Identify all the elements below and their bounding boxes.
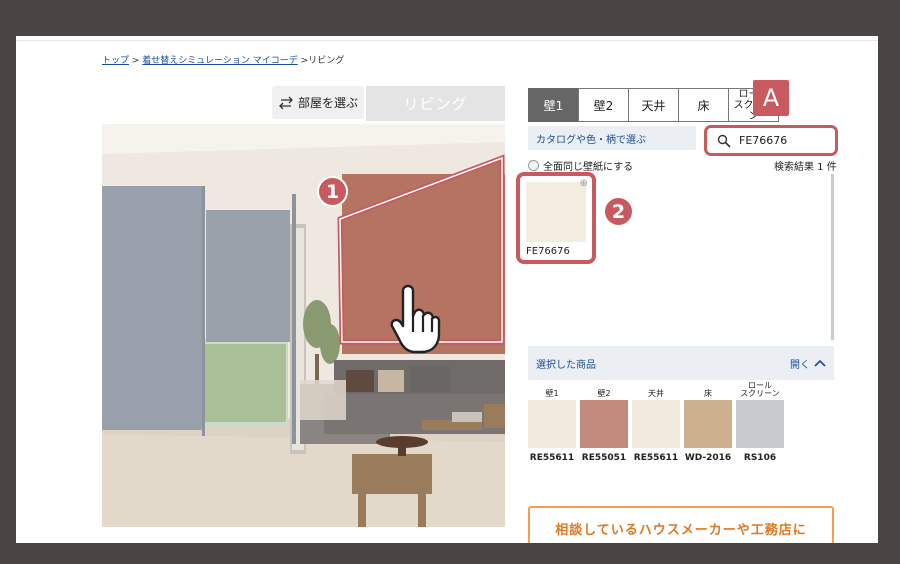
tab-ceiling[interactable]: 天井 [628,88,679,122]
selected-item-roll-screen[interactable]: ロール スクリーン RS106 [736,382,784,463]
selected-item-code: RS106 [743,453,777,463]
step-2-badge: 2 [603,196,634,227]
selected-products-bar[interactable]: 選択した商品 開く [528,346,834,380]
consult-builder-button[interactable]: 相談しているハウスメーカーや工務店に [528,506,834,543]
breadcrumb-current: >リビング [297,56,345,66]
result-swatch-code: FE76676 [526,246,570,257]
selected-item-label: ロール スクリーン [740,381,780,398]
tab-floor[interactable]: 床 [678,88,729,122]
tab-wall-2[interactable]: 壁2 [578,88,629,122]
selected-item-wall-1[interactable]: 壁1 RE55611 [528,382,576,463]
breadcrumb-simulation-link[interactable]: 着せ替えシミュレーション マイコーデ [142,56,298,66]
breadcrumb-separator: > [129,56,143,66]
selected-item-label: 壁2 [597,389,611,398]
breadcrumb-top-link[interactable]: トップ [102,56,129,66]
catalog-filter-link[interactable]: カタログや色・柄で選ぶ [528,126,696,150]
pointer-hand-icon [390,284,441,354]
full-wall-radio[interactable] [528,160,539,171]
search-box[interactable]: FE76676 [704,125,838,156]
search-input[interactable]: FE76676 [739,134,787,147]
selected-item-code: RE55611 [633,453,679,463]
selected-item-code: RE55611 [529,453,575,463]
selected-item-label: 壁1 [545,389,559,398]
breadcrumb: トップ > 着せ替えシミュレーション マイコーデ >リビング [102,53,344,66]
selected-item-wall-2[interactable]: 壁2 RE55051 [580,382,628,463]
selected-products-toggle[interactable]: 開く [790,356,826,371]
full-wall-label: 全面同じ壁紙にする [543,162,634,173]
surface-tabs: 壁1 壁2 天井 床 ロール スクリーン [528,88,779,122]
selected-item-label: 天井 [648,389,664,398]
selected-item-swatch[interactable] [528,400,576,448]
chevron-up-icon [814,359,826,367]
search-icon [717,134,731,148]
tab-wall-1[interactable]: 壁1 [528,88,579,122]
step-1-badge: 1 [317,176,348,207]
toggle-label: 開く [790,359,810,371]
selected-item-code: WD-2016 [684,453,732,463]
selected-item-swatch[interactable] [684,400,732,448]
current-room-label: リビング [366,86,505,121]
select-room-label: 部屋を選ぶ [297,96,358,110]
app-screen: トップ > 着せ替えシミュレーション マイコーデ >リビング 部屋を選ぶ リビン… [16,36,878,543]
select-room-button[interactable]: 部屋を選ぶ [272,86,364,119]
search-result-count: 検索結果 1 件 [774,162,837,173]
swap-arrows-icon [279,96,293,109]
selected-item-ceiling[interactable]: 天井 RE55611 [632,382,680,463]
header-divider [16,40,878,41]
selected-item-swatch[interactable] [736,400,784,448]
result-swatch[interactable] [526,182,586,242]
zoom-in-icon[interactable]: ⊕ [580,178,588,189]
selected-item-floor[interactable]: 床 WD-2016 [684,382,732,463]
selected-item-code: RE55051 [581,453,627,463]
result-swatch-card[interactable]: ⊕ FE76676 [516,172,596,264]
annotation-a-badge: A [753,80,789,116]
full-wall-option[interactable]: 全面同じ壁紙にする [528,158,633,173]
selected-item-label: 床 [704,389,712,398]
selected-products-title: 選択した商品 [536,359,596,371]
selected-item-swatch[interactable] [580,400,628,448]
selected-item-swatch[interactable] [632,400,680,448]
selected-products-list: 壁1 RE55611 壁2 RE55051 天井 RE55611 床 WD-20… [528,382,784,463]
